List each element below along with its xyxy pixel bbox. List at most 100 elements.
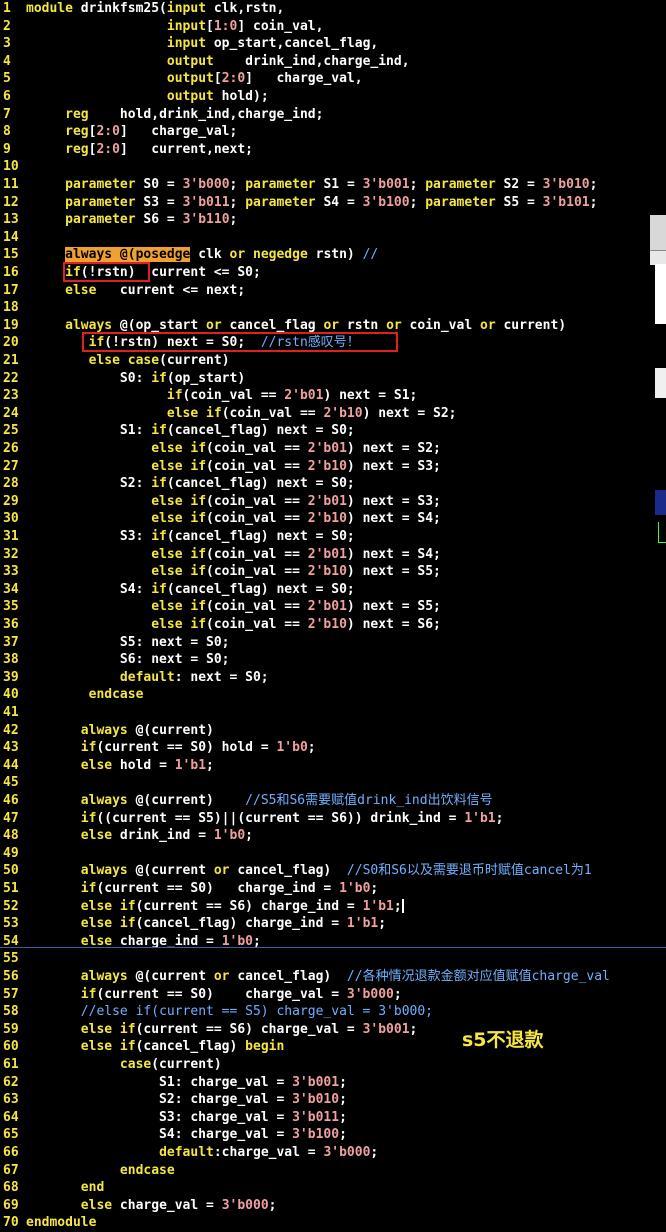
code-line[interactable]: 29 else if(coin_val == 2'b01) next = S3; <box>0 493 660 511</box>
code-line[interactable]: 3 input op_start,cancel_flag, <box>0 35 660 53</box>
code-line[interactable]: 33 else if(coin_val == 2'b10) next = S5; <box>0 563 660 581</box>
code-line[interactable]: 35 else if(coin_val == 2'b01) next = S5; <box>0 598 660 616</box>
code-line[interactable]: 39 default: next = S0; <box>0 669 660 687</box>
code-line[interactable]: 23 if(coin_val == 2'b01) next = S1; <box>0 387 660 405</box>
code-line[interactable]: 55 <box>0 950 660 968</box>
code-line[interactable]: 61 case(current) <box>0 1056 660 1074</box>
code-line[interactable]: 36 else if(coin_val == 2'b10) next = S6; <box>0 616 660 634</box>
code-line[interactable]: 48 else drink_ind = 1'b0; <box>0 827 660 845</box>
code-text: always @(current) <box>26 723 214 738</box>
code-line[interactable]: 53 else if(cancel_flag) charge_ind = 1'b… <box>0 915 660 933</box>
keyword-token: parameter <box>245 177 316 192</box>
code-line[interactable]: 7 reg hold,drink_ind,charge_ind; <box>0 106 660 124</box>
code-text: always @(current) //S5和S6需要赋值drink_ind出饮… <box>26 793 493 808</box>
code-line[interactable]: 43 if(current == S0) hold = 1'b0; <box>0 739 660 757</box>
code-line[interactable]: 12 parameter S3 = 3'b011; parameter S4 =… <box>0 194 660 212</box>
code-line[interactable]: 32 else if(coin_val == 2'b01) next = S4; <box>0 546 660 564</box>
code-line[interactable]: 24 else if(coin_val == 2'b10) next = S2; <box>0 405 660 423</box>
code-line[interactable]: 63 S2: charge_val = 3'b010; <box>0 1091 660 1109</box>
code-line[interactable]: 8 reg[2:0] charge_val; <box>0 123 660 141</box>
keyword-token: else if <box>151 564 207 580</box>
code-line[interactable]: 41 <box>0 704 660 722</box>
code-token: current) <box>495 317 567 333</box>
code-token: @(current <box>127 863 214 879</box>
code-line[interactable]: 9 reg[2:0] current,next; <box>0 141 660 159</box>
code-line[interactable]: 44 else hold = 1'b1; <box>0 757 660 775</box>
code-editor[interactable]: 1 module drinkfsm25(input clk,rstn, 2 inpu… <box>0 0 666 1230</box>
code-line[interactable]: 67 endcase <box>0 1162 660 1180</box>
comment-token: // <box>362 247 379 263</box>
code-line[interactable]: 59 else if(current == S6) charge_val = 3… <box>0 1021 660 1039</box>
line-number: 56 <box>3 969 19 984</box>
code-token: cancel_flag) <box>229 863 347 879</box>
code-text: S0: if(op_start) <box>26 371 245 386</box>
code-line[interactable]: 51 if(current == S0) charge_ind = 1'b0; <box>0 880 660 898</box>
code-line[interactable]: 30 else if(coin_val == 2'b10) next = S4; <box>0 510 660 528</box>
code-line[interactable]: 14 <box>0 229 660 247</box>
code-line[interactable]: 60 else if(cancel_flag) begin <box>0 1038 660 1056</box>
code-line[interactable]: 31 S3: if(cancel_flag) next = S0; <box>0 528 660 546</box>
code-line[interactable]: 26 else if(coin_val == 2'b01) next = S2; <box>0 440 660 458</box>
line-number: 57 <box>3 986 19 1002</box>
code-line[interactable]: 27 else if(coin_val == 2'b10) next = S3; <box>0 458 660 476</box>
code-line[interactable]: 70 endmodule <box>0 1214 660 1232</box>
code-line[interactable]: 10 <box>0 158 660 176</box>
code-token: (op_start) <box>166 370 246 386</box>
code-line[interactable]: 45 <box>0 774 660 792</box>
code-text: output hold); <box>26 89 269 104</box>
code-line[interactable]: 46 always @(current) //S5和S6需要赋值drink_in… <box>0 792 660 810</box>
code-token: hold = <box>112 757 175 773</box>
code-line[interactable]: 62 S1: charge_val = 3'b001; <box>0 1074 660 1092</box>
code-line[interactable]: 25 S1: if(cancel_flag) next = S0; <box>0 422 660 440</box>
code-line[interactable]: 5 output[2:0] charge_val, <box>0 70 660 88</box>
code-line[interactable]: 22 S0: if(op_start) <box>0 370 660 388</box>
code-line[interactable]: 42 always @(current) <box>0 722 660 740</box>
code-line[interactable]: 66 default:charge_val = 3'b000; <box>0 1144 660 1162</box>
code-token: (current) <box>159 353 230 368</box>
code-line[interactable]: 57 if(current == S0) charge_val = 3'b000… <box>0 986 660 1004</box>
code-text: S3: if(cancel_flag) next = S0; <box>26 529 355 544</box>
code-text: output[2:0] charge_val, <box>26 71 363 86</box>
line-number: 11 <box>3 177 19 192</box>
code-text: else if(coin_val == 2'b01) next = S5; <box>26 599 441 614</box>
code-text: always @(current or cancel_flag) //S0和S6… <box>26 863 592 878</box>
keyword-token: module <box>26 1 73 16</box>
code-line[interactable]: 17 else current <= next; <box>0 282 660 300</box>
code-text: always @(op_start or cancel_flag or rstn… <box>26 318 566 333</box>
code-line[interactable]: 56 always @(current or cancel_flag) //各种… <box>0 968 660 986</box>
keyword-token: default <box>159 1145 214 1160</box>
code-line[interactable]: 38 S6: next = S0; <box>0 651 660 669</box>
code-line[interactable]: 2 input[1:0] coin_val, <box>0 18 660 36</box>
code-text: else drink_ind = 1'b0; <box>26 828 253 843</box>
code-line[interactable]: 52 else if(current == S6) charge_ind = 1… <box>0 898 660 916</box>
code-line[interactable]: 13 parameter S6 = 3'b110; <box>0 211 660 229</box>
code-line[interactable]: 28 S2: if(cancel_flag) next = S0; <box>0 475 660 493</box>
code-line[interactable]: 68 end <box>0 1179 660 1197</box>
literal-token: 1'b0 <box>213 828 246 844</box>
code-line[interactable]: 18 <box>0 299 660 317</box>
code-line[interactable]: 11 parameter S0 = 3'b000; parameter S1 =… <box>0 176 660 194</box>
code-line[interactable]: 21 else case(current) <box>0 352 660 370</box>
code-line[interactable]: 47 if((current == S5)||(current == S6)) … <box>0 810 660 828</box>
keyword-token: case <box>119 1057 152 1072</box>
code-line[interactable]: 50 always @(current or cancel_flag) //S0… <box>0 862 660 880</box>
code-line[interactable]: 34 S4: if(cancel_flag) next = S0; <box>0 581 660 599</box>
code-line[interactable]: 58 //else if(current == S5) charge_val =… <box>0 1003 660 1021</box>
keyword-token: else if <box>80 1039 136 1055</box>
code-line[interactable]: 65 S4: charge_val = 3'b100; <box>0 1126 660 1144</box>
code-line[interactable]: 37 S5: next = S0; <box>0 634 660 652</box>
code-line[interactable]: 64 S3: charge_val = 3'b011; <box>0 1109 660 1127</box>
code-line[interactable]: 69 else charge_val = 3'b000; <box>0 1197 660 1215</box>
code-token: :charge_val = <box>213 1145 324 1160</box>
code-line[interactable]: 49 <box>0 845 660 863</box>
code-line[interactable]: 40 endcase <box>0 686 660 704</box>
code-line[interactable]: 1 module drinkfsm25(input clk,rstn, <box>0 0 660 18</box>
code-line[interactable]: 6 output hold); <box>0 88 660 106</box>
code-line[interactable]: 4 output drink_ind,charge_ind, <box>0 53 660 71</box>
literal-token: 1'b1 <box>346 916 379 932</box>
